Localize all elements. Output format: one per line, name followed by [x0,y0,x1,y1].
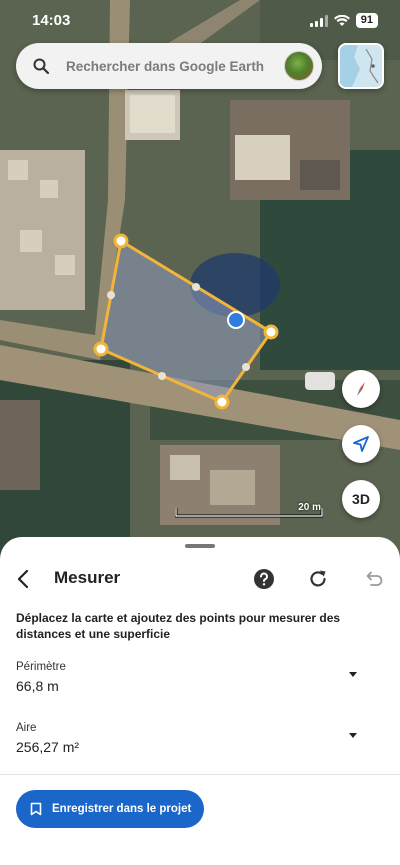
map-thumbnail-icon [340,45,382,87]
area-value: 256,27 m² [16,739,80,755]
back-button[interactable] [12,567,36,591]
scale-label: 20 m [298,502,321,513]
signal-icon [309,14,328,27]
navigation-arrow-icon [353,436,369,452]
locate-button[interactable] [342,425,380,463]
area-label: Aire [16,722,37,734]
caret-down-icon[interactable] [348,730,358,740]
search-input[interactable]: Rechercher dans Google Earth [66,59,284,74]
bookmark-icon [30,802,42,816]
caret-down-icon[interactable] [348,669,358,679]
save-to-project-button[interactable]: Enregistrer dans le projet [16,790,204,828]
drag-handle[interactable] [185,544,215,548]
map-layers-button[interactable] [338,43,384,89]
refresh-icon[interactable] [307,568,329,590]
map-view[interactable]: 14:03 91 Rechercher dans Google Earth 3D… [0,0,400,560]
help-icon[interactable] [253,568,275,590]
scale-bar: 20 m [174,502,324,518]
measure-sheet: Mesurer Déplacez la carte et ajoutez des… [0,537,400,865]
perimeter-value: 66,8 m [16,678,59,694]
search-bar[interactable]: Rechercher dans Google Earth [16,43,322,89]
wifi-icon [333,14,350,26]
avatar[interactable] [284,51,314,81]
undo-icon[interactable] [362,568,384,590]
compass-icon [357,382,365,396]
perimeter-label: Périmètre [16,661,66,673]
3d-toggle-button[interactable]: 3D [342,480,380,518]
status-time: 14:03 [32,12,71,29]
area-row[interactable]: Aire 256,27 m² [16,722,384,755]
compass-button[interactable] [342,370,380,408]
page-title: Mesurer [54,568,121,587]
perimeter-row[interactable]: Périmètre 66,8 m [16,661,384,694]
search-icon [33,58,50,75]
status-icons: 91 [309,13,378,28]
sheet-header: Mesurer [0,565,400,595]
battery-icon: 91 [355,13,378,28]
save-button-label: Enregistrer dans le projet [52,803,192,815]
divider [0,774,400,775]
instructions-text: Déplacez la carte et ajoutez des points … [16,611,341,641]
status-bar: 14:03 91 [0,0,400,40]
